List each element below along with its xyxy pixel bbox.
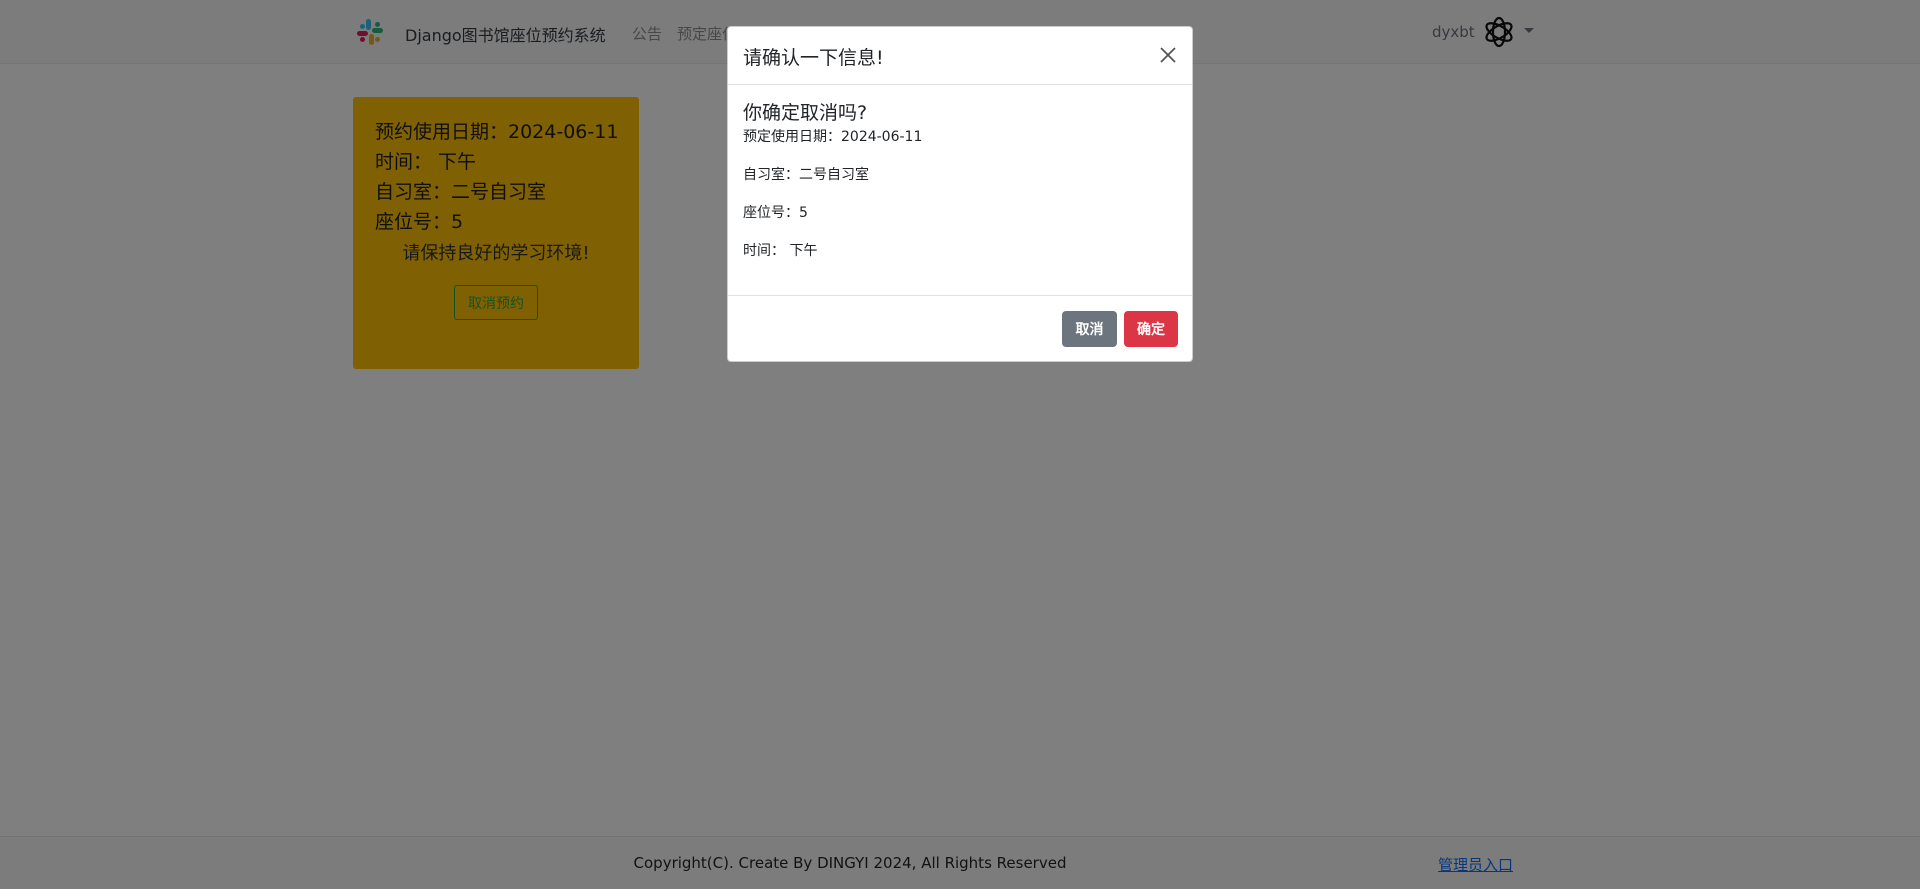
modal-title: 请确认一下信息! [743, 47, 884, 69]
modal-detail-date: 预定使用日期：2024-06-11 [743, 129, 923, 145]
modal-header: 请确认一下信息! [728, 27, 1192, 85]
modal-body: 你确定取消吗? 预定使用日期：2024-06-11 自习室：二号自习室 座位号：… [728, 85, 1192, 295]
close-button[interactable] [1156, 43, 1180, 67]
modal-footer: 取消 确定 [728, 295, 1192, 361]
modal-question: 你确定取消吗? [743, 102, 868, 124]
confirm-dialog: 请确认一下信息! 你确定取消吗? 预定使用日期：2024-06-11 自习室：二… [727, 26, 1193, 362]
cancel-button[interactable]: 取消 [1062, 311, 1117, 347]
modal-detail-room: 自习室：二号自习室 [743, 167, 869, 183]
modal-detail-seat: 座位号：5 [743, 205, 808, 221]
close-icon [1160, 47, 1176, 63]
modal-detail-time: 时间： 下午 [743, 243, 818, 259]
confirm-button[interactable]: 确定 [1124, 311, 1178, 347]
